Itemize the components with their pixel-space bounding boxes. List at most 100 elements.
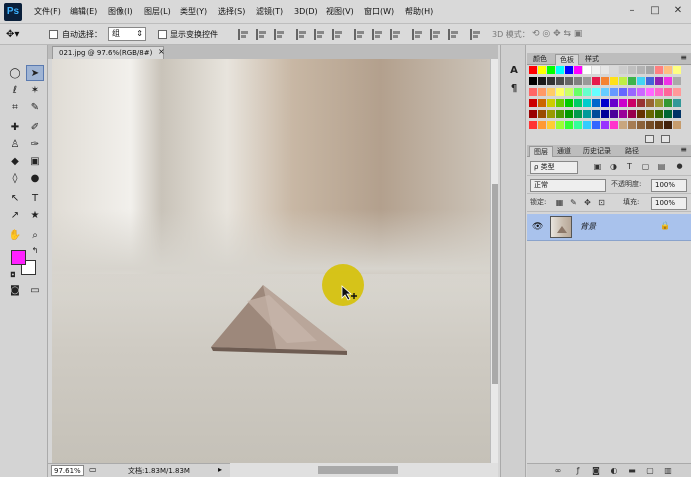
color-swatch[interactable] <box>646 77 654 85</box>
layer-name[interactable]: 背景 <box>580 221 596 233</box>
opacity-field[interactable]: 100% <box>651 179 687 192</box>
color-swatch[interactable] <box>628 77 636 85</box>
color-swatch[interactable] <box>610 66 618 74</box>
color-swatch[interactable] <box>556 66 564 74</box>
color-swatch[interactable] <box>619 88 627 96</box>
shape-tool-icon[interactable]: ★ <box>26 208 44 224</box>
color-swatch[interactable] <box>556 110 564 118</box>
tab-history[interactable]: 历史记录 <box>579 146 615 157</box>
color-swatch[interactable] <box>619 77 627 85</box>
color-swatch[interactable] <box>646 99 654 107</box>
color-swatch[interactable] <box>628 99 636 107</box>
color-swatch[interactable] <box>664 77 672 85</box>
eyedropper-tool-icon[interactable]: ✎ <box>26 100 44 116</box>
document-canvas[interactable] <box>52 59 490 463</box>
color-swatch[interactable] <box>610 121 618 129</box>
lock-image-icon[interactable]: ✎ <box>569 198 578 207</box>
color-swatch[interactable] <box>601 88 609 96</box>
color-swatch[interactable] <box>529 77 537 85</box>
foreground-color-swatch[interactable] <box>11 250 26 265</box>
dodge-tool-icon[interactable]: ● <box>26 171 44 187</box>
color-swatch[interactable] <box>655 88 663 96</box>
3d-mode-icons[interactable]: ⟲ ◎ ✥ ⇆ ▣ <box>532 28 582 41</box>
tab-layers[interactable]: 图层 <box>529 146 553 157</box>
color-swatch[interactable] <box>664 99 672 107</box>
menu-select[interactable]: 选择(S) <box>218 6 245 18</box>
color-swatch[interactable] <box>538 77 546 85</box>
fill-field[interactable]: 100% <box>651 197 687 210</box>
menu-edit[interactable]: 编辑(E) <box>70 6 97 18</box>
menu-type[interactable]: 类型(Y) <box>180 6 207 18</box>
tab-swatches[interactable]: 色板 <box>555 54 579 65</box>
swap-colors-icon[interactable]: ↰ <box>26 243 44 259</box>
color-swatch[interactable] <box>619 110 627 118</box>
align-top-icon[interactable] <box>238 29 249 40</box>
delete-swatch-icon[interactable] <box>661 135 670 143</box>
color-swatch[interactable] <box>556 99 564 107</box>
align-vcenter-icon[interactable] <box>256 29 267 40</box>
color-swatch[interactable] <box>547 77 555 85</box>
filter-adjustment-icon[interactable]: ◑ <box>609 162 618 171</box>
menu-view[interactable]: 视图(V) <box>326 6 354 18</box>
color-swatch[interactable] <box>601 110 609 118</box>
vertical-scroll-thumb[interactable] <box>492 184 498 384</box>
color-swatch[interactable] <box>673 88 681 96</box>
color-swatch[interactable] <box>538 121 546 129</box>
color-swatch[interactable] <box>547 99 555 107</box>
distribute-top-icon[interactable] <box>354 29 365 40</box>
color-swatch[interactable] <box>538 88 546 96</box>
color-swatch[interactable] <box>655 121 663 129</box>
color-swatch[interactable] <box>646 121 654 129</box>
new-swatch-icon[interactable] <box>645 135 654 143</box>
color-swatch[interactable] <box>619 66 627 74</box>
color-swatch[interactable] <box>637 110 645 118</box>
menu-filter[interactable]: 滤镜(T) <box>256 6 283 18</box>
auto-select-checkbox[interactable] <box>49 30 58 39</box>
color-swatch[interactable] <box>547 66 555 74</box>
color-swatch[interactable] <box>592 110 600 118</box>
close-document-icon[interactable]: × <box>158 46 165 58</box>
tab-paths[interactable]: 路径 <box>621 146 643 157</box>
menu-image[interactable]: 图像(I) <box>108 6 133 18</box>
eye-icon[interactable]: 👁 <box>532 222 543 232</box>
menu-window[interactable]: 窗口(W) <box>364 6 394 18</box>
color-swatch[interactable] <box>547 121 555 129</box>
color-swatch[interactable] <box>610 99 618 107</box>
color-swatch[interactable] <box>673 99 681 107</box>
clone-stamp-tool-icon[interactable]: ♙ <box>6 137 24 153</box>
color-swatch[interactable] <box>664 66 672 74</box>
color-swatch[interactable] <box>529 110 537 118</box>
color-swatch[interactable] <box>565 121 573 129</box>
color-swatch[interactable] <box>592 77 600 85</box>
color-swatch[interactable] <box>565 110 573 118</box>
lock-transparent-icon[interactable]: ▦ <box>555 198 564 207</box>
color-swatch[interactable] <box>664 88 672 96</box>
menu-layer[interactable]: 图层(L) <box>144 6 171 18</box>
layer-mask-icon[interactable]: ◙ <box>591 466 601 476</box>
color-swatch[interactable] <box>583 77 591 85</box>
menu-help[interactable]: 帮助(H) <box>405 6 433 18</box>
filter-shape-icon[interactable]: ▢ <box>641 162 650 171</box>
color-swatch[interactable] <box>628 121 636 129</box>
color-swatch[interactable] <box>547 88 555 96</box>
link-layers-icon[interactable]: ∞ <box>553 466 563 476</box>
color-swatch[interactable] <box>610 110 618 118</box>
color-swatch[interactable] <box>592 121 600 129</box>
menu-file[interactable]: 文件(F) <box>34 6 61 18</box>
distribute-hcenter-icon[interactable] <box>430 29 441 40</box>
color-swatch[interactable] <box>601 99 609 107</box>
color-swatch[interactable] <box>610 88 618 96</box>
lasso-tool-icon[interactable]: ℓ <box>6 83 24 99</box>
color-swatch[interactable] <box>619 99 627 107</box>
color-swatch[interactable] <box>655 110 663 118</box>
horizontal-scrollbar[interactable] <box>230 463 498 477</box>
color-swatch[interactable] <box>538 110 546 118</box>
color-swatch[interactable] <box>529 121 537 129</box>
color-swatch[interactable] <box>583 99 591 107</box>
color-swatch[interactable] <box>556 88 564 96</box>
color-swatch[interactable] <box>538 99 546 107</box>
filter-type-icon[interactable]: T <box>625 162 634 171</box>
color-swatch[interactable] <box>583 121 591 129</box>
document-size[interactable]: 文档:1.83M/1.83M <box>128 465 190 477</box>
color-swatch[interactable] <box>574 88 582 96</box>
